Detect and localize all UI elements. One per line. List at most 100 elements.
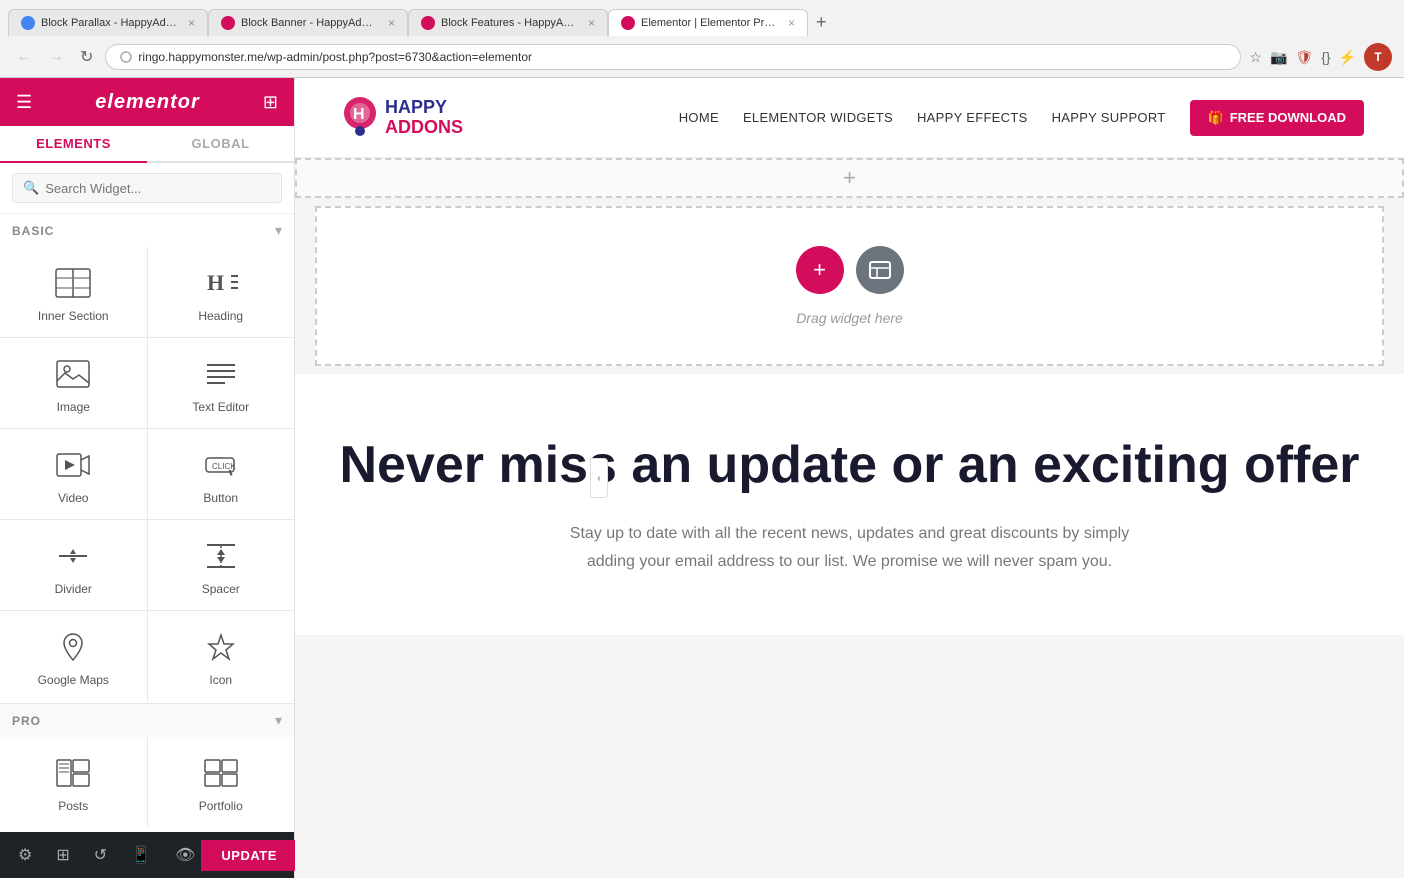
- google-maps-label: Google Maps: [38, 673, 109, 687]
- layers-button[interactable]: ⊞: [50, 841, 75, 869]
- search-input-wrap: 🔍: [12, 173, 282, 203]
- tab-4-close[interactable]: ×: [788, 16, 795, 30]
- dev-button[interactable]: {}: [1321, 49, 1330, 65]
- widget-portfolio[interactable]: Portfolio: [148, 737, 295, 827]
- button-label: Button: [203, 491, 238, 505]
- tab-2[interactable]: Block Banner - HappyAddons ×: [208, 9, 408, 36]
- add-section-bar[interactable]: +: [295, 158, 1404, 198]
- content-heading: Never miss an update or an exciting offe…: [335, 434, 1364, 496]
- widget-image[interactable]: Image: [0, 338, 147, 428]
- nav-home[interactable]: HOME: [679, 110, 719, 125]
- nav-support[interactable]: HAPPY SUPPORT: [1052, 110, 1166, 125]
- site-header: H HAPPY ADDONS HOME ELEMENTOR WIDGETS HA…: [295, 78, 1404, 158]
- basic-section-header[interactable]: BASIC ▾: [0, 214, 294, 247]
- tab-global[interactable]: GLOBAL: [147, 126, 294, 161]
- browser-chrome: Block Parallax - HappyAddons × Block Ban…: [0, 0, 1404, 78]
- grid-button[interactable]: ⊞: [263, 92, 278, 113]
- basic-label: BASIC: [12, 224, 54, 238]
- tab-3-close[interactable]: ×: [588, 16, 595, 30]
- drop-template-button[interactable]: [856, 246, 904, 294]
- svg-text:H: H: [207, 270, 224, 295]
- pro-toggle-icon: ▾: [275, 712, 282, 729]
- update-button[interactable]: UPDATE: [201, 840, 296, 871]
- spacer-label: Spacer: [202, 582, 240, 596]
- inner-section-label: Inner Section: [38, 309, 109, 323]
- portfolio-icon: [203, 755, 239, 791]
- video-label: Video: [58, 491, 88, 505]
- tab-4-title: Elementor | Elementor Preset...: [641, 17, 778, 29]
- widget-inner-section[interactable]: Inner Section: [0, 247, 147, 337]
- extension-button[interactable]: ⚡: [1339, 49, 1356, 66]
- pro-label: PRO: [12, 714, 41, 728]
- new-tab-button[interactable]: +: [808, 8, 835, 37]
- url-bar[interactable]: ringo.happymonster.me/wp-admin/post.php?…: [105, 44, 1241, 70]
- back-button[interactable]: ←: [12, 46, 36, 68]
- nav-widgets[interactable]: ELEMENTOR WIDGETS: [743, 110, 893, 125]
- tab-1-close[interactable]: ×: [188, 16, 195, 30]
- google-maps-icon: [55, 629, 91, 665]
- search-icon: 🔍: [23, 180, 39, 196]
- divider-icon: [55, 538, 91, 574]
- widget-heading[interactable]: H Heading: [148, 247, 295, 337]
- free-download-button[interactable]: 🎁 FREE DOWNLOAD: [1190, 100, 1364, 136]
- gift-icon: 🎁: [1208, 110, 1224, 126]
- portfolio-label: Portfolio: [199, 799, 243, 813]
- forward-button[interactable]: →: [44, 46, 68, 68]
- tab-1-title: Block Parallax - HappyAddons: [41, 17, 178, 29]
- widget-google-maps[interactable]: Google Maps: [0, 611, 147, 701]
- posts-icon: [55, 755, 91, 791]
- svg-text:CLICK: CLICK: [212, 462, 236, 471]
- search-bar: 🔍: [0, 163, 294, 214]
- basic-toggle-icon: ▾: [275, 222, 282, 239]
- preview-button[interactable]: 👁: [169, 841, 201, 869]
- tab-1[interactable]: Block Parallax - HappyAddons ×: [8, 9, 208, 36]
- refresh-button[interactable]: ↻: [76, 45, 97, 69]
- svg-text:H: H: [353, 106, 365, 123]
- widget-drop-zone: + Drag widget here: [315, 206, 1384, 366]
- button-icon: CLICK: [203, 447, 239, 483]
- browser-actions: ☆ 📷 🛡 {} ⚡ T: [1249, 43, 1392, 71]
- widget-divider[interactable]: Divider: [0, 520, 147, 610]
- collapse-panel-button[interactable]: ‹: [590, 458, 608, 498]
- adblocker-button[interactable]: 🛡: [1295, 49, 1313, 66]
- app-body: ☰ elementor ⊞ ELEMENTS GLOBAL 🔍 BASIC ▾: [0, 78, 1404, 878]
- profile-avatar[interactable]: T: [1364, 43, 1392, 71]
- widget-video[interactable]: Video: [0, 429, 147, 519]
- site-logo: H HAPPY ADDONS: [335, 93, 463, 143]
- pro-section-header[interactable]: PRO ▾: [0, 703, 294, 737]
- widget-text-editor[interactable]: Text Editor: [148, 338, 295, 428]
- tab-2-title: Block Banner - HappyAddons: [241, 17, 378, 29]
- heading-label: Heading: [198, 309, 243, 323]
- tab-2-close[interactable]: ×: [388, 16, 395, 30]
- search-input[interactable]: [45, 181, 271, 196]
- widget-icon[interactable]: Icon: [148, 611, 295, 701]
- address-bar: ← → ↻ ringo.happymonster.me/wp-admin/pos…: [0, 37, 1404, 77]
- canvas-area: H HAPPY ADDONS HOME ELEMENTOR WIDGETS HA…: [295, 78, 1404, 878]
- tab-3[interactable]: Block Features - HappyAddons ×: [408, 9, 608, 36]
- responsive-button[interactable]: 📱: [125, 841, 157, 869]
- drop-add-button[interactable]: +: [796, 246, 844, 294]
- logo-addons: ADDONS: [385, 118, 463, 138]
- settings-button[interactable]: ⚙: [12, 841, 38, 869]
- drop-actions: +: [796, 246, 904, 294]
- tab-bar: Block Parallax - HappyAddons × Block Ban…: [0, 0, 1404, 37]
- tab-elements[interactable]: ELEMENTS: [0, 126, 147, 163]
- left-panel: ☰ elementor ⊞ ELEMENTS GLOBAL 🔍 BASIC ▾: [0, 78, 295, 878]
- add-section-button[interactable]: +: [843, 165, 856, 191]
- history-button[interactable]: ↺: [88, 841, 113, 869]
- video-icon: [55, 447, 91, 483]
- bookmark-button[interactable]: ☆: [1249, 49, 1262, 66]
- widget-button[interactable]: CLICK Button: [148, 429, 295, 519]
- pro-widgets-grid: Posts Portfolio: [0, 737, 294, 827]
- tab-4[interactable]: Elementor | Elementor Preset... ×: [608, 9, 808, 36]
- screenshot-button[interactable]: 📷: [1270, 49, 1287, 66]
- nav-effects[interactable]: HAPPY EFFECTS: [917, 110, 1028, 125]
- image-label: Image: [57, 400, 90, 414]
- widget-posts[interactable]: Posts: [0, 737, 147, 827]
- logo-svg-icon: H: [335, 93, 385, 143]
- canvas-wrapper: ‹ H HAPPY ADDONS H: [295, 78, 1404, 878]
- tab-3-title: Block Features - HappyAddons: [441, 17, 578, 29]
- hamburger-button[interactable]: ☰: [16, 92, 32, 113]
- widgets-grid: Inner Section H Heading: [0, 247, 294, 701]
- widget-spacer[interactable]: Spacer: [148, 520, 295, 610]
